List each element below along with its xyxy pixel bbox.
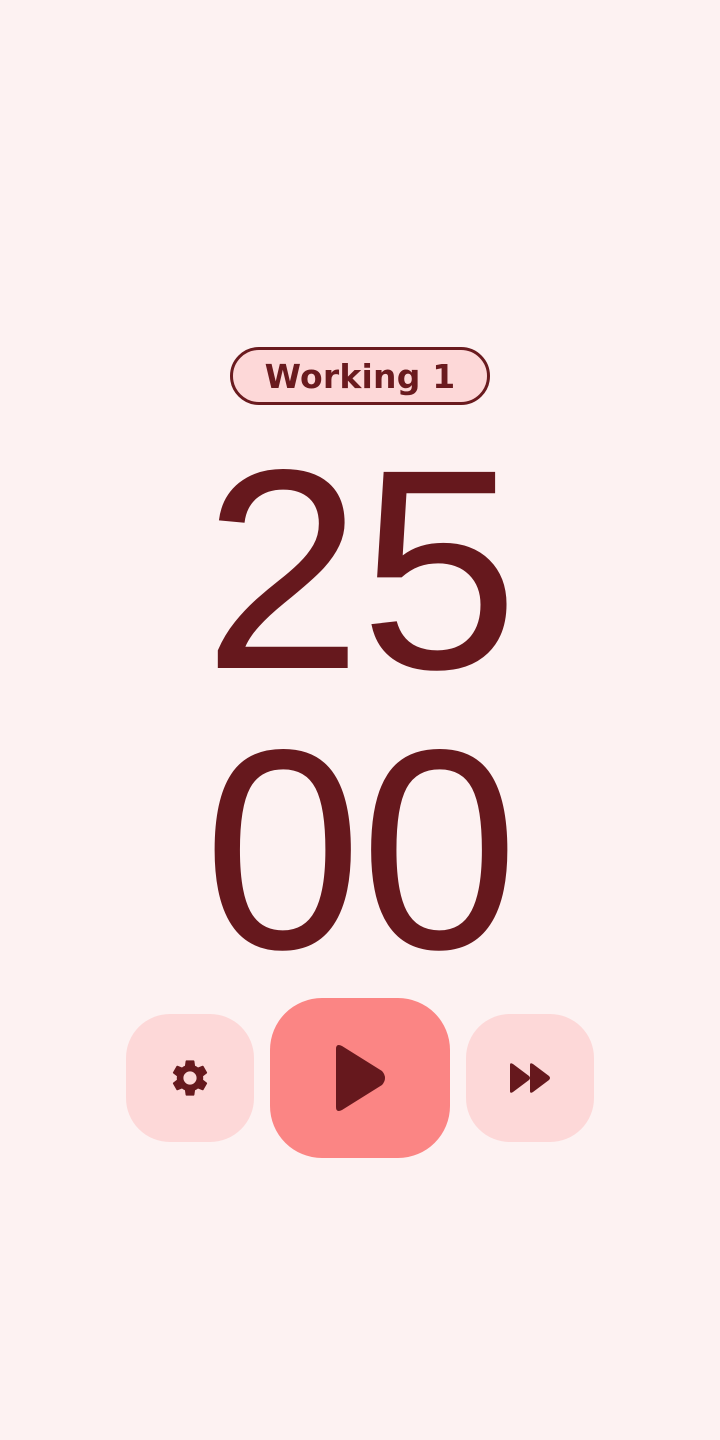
play-button[interactable]: [270, 998, 450, 1158]
gear-icon: [168, 1056, 212, 1100]
session-status-label: Working 1: [264, 356, 456, 396]
timer-seconds: 00: [203, 691, 518, 1009]
skip-button[interactable]: [466, 1014, 594, 1142]
timer-minutes: 25: [203, 411, 518, 729]
fast-forward-icon: [508, 1061, 552, 1095]
play-icon: [330, 1043, 390, 1113]
settings-button[interactable]: [126, 1014, 254, 1142]
session-status-chip: Working 1: [230, 347, 490, 405]
